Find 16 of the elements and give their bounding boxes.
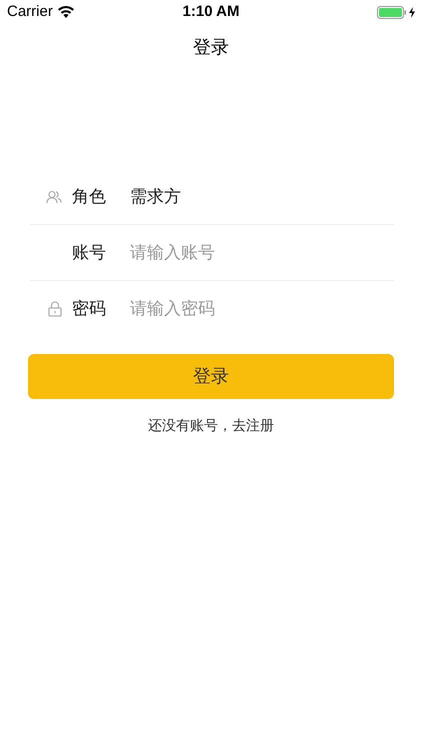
charging-bolt-icon bbox=[409, 6, 415, 18]
carrier-name: Carrier bbox=[7, 2, 53, 22]
lock-icon bbox=[48, 301, 62, 317]
people-icon bbox=[46, 190, 62, 204]
register-link[interactable]: 还没有账号，去注册 bbox=[148, 415, 274, 436]
clock-time: 1:10 AM bbox=[182, 2, 240, 22]
field-label: 角色 bbox=[72, 186, 107, 208]
page-title: 登录 bbox=[193, 36, 229, 58]
account-field[interactable]: 请输入账号 bbox=[130, 240, 394, 266]
wifi-icon bbox=[58, 6, 74, 18]
password-field[interactable]: 请输入密码 bbox=[130, 296, 394, 322]
field-label: 账号 bbox=[72, 242, 107, 264]
field-label: 密码 bbox=[72, 298, 107, 320]
login-button[interactable]: 登录 bbox=[28, 354, 394, 399]
battery-icon bbox=[377, 6, 407, 18]
role-value[interactable]: 需求方 bbox=[130, 184, 181, 210]
